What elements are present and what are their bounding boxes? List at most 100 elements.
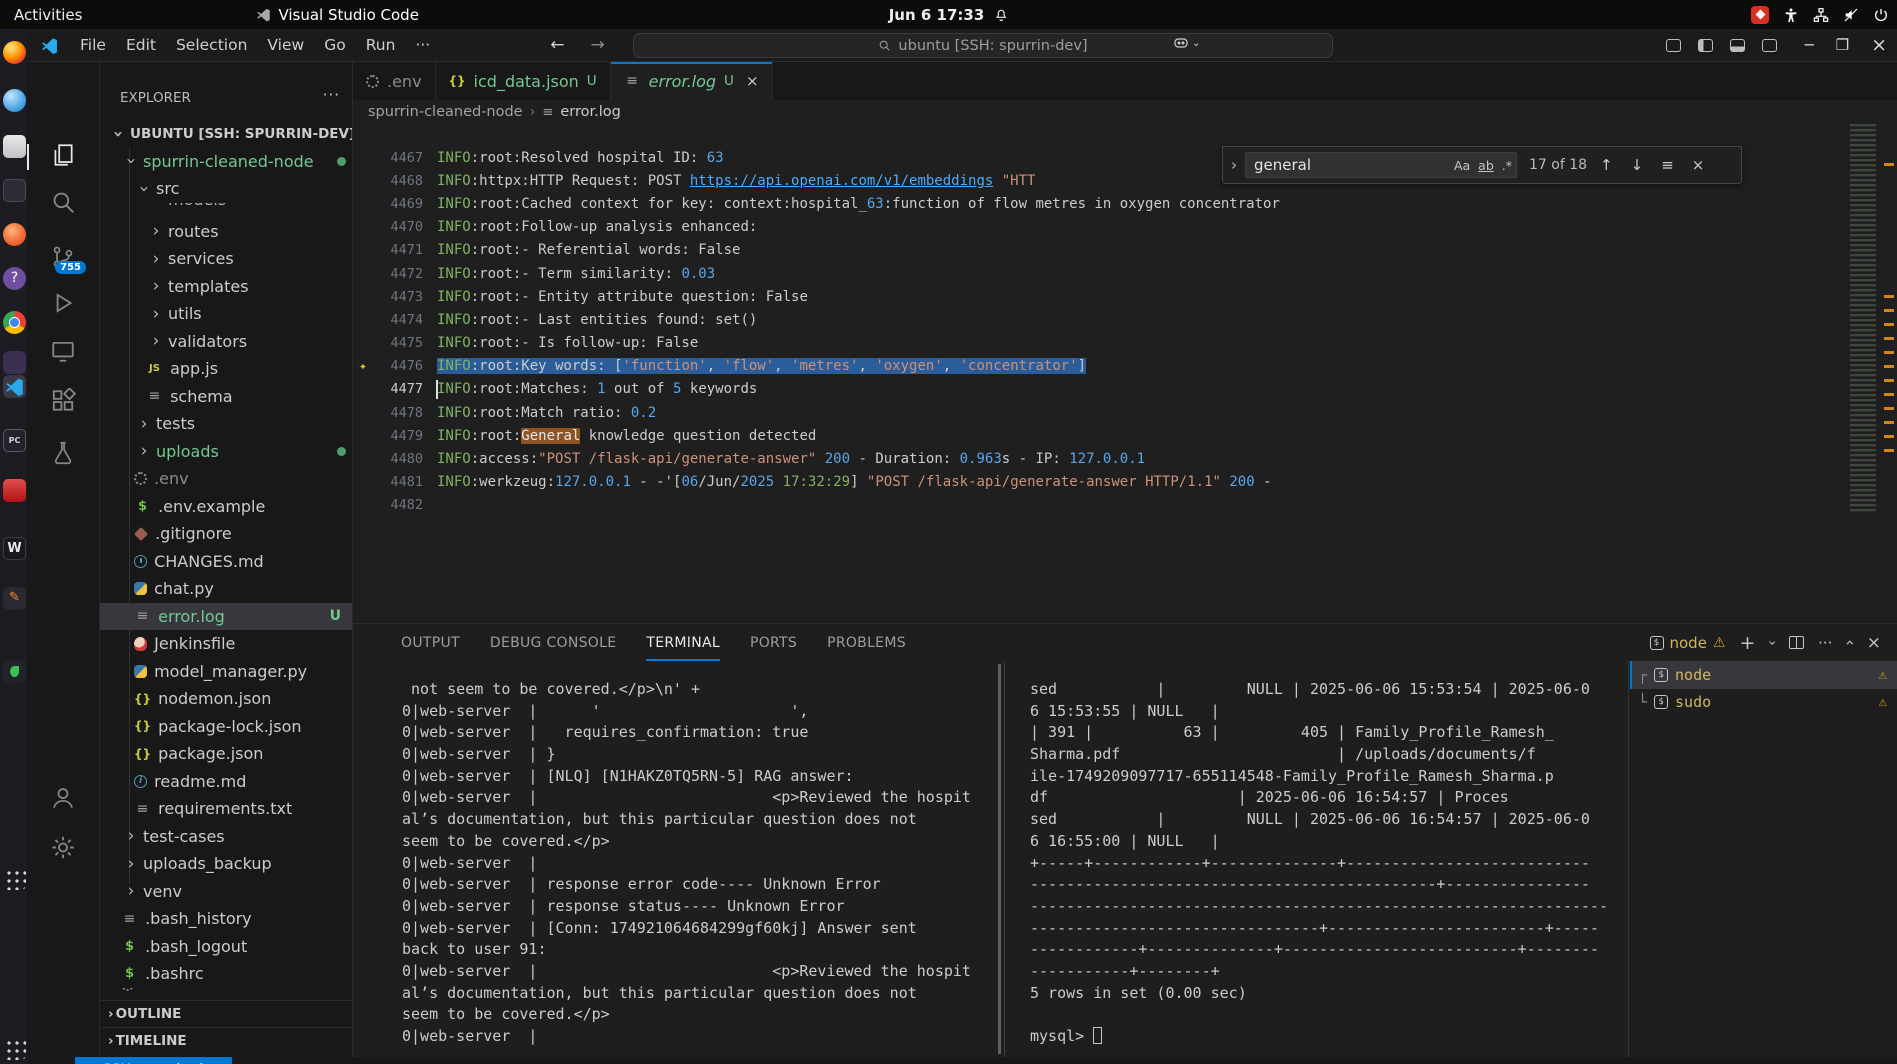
- tree-item-readme.md[interactable]: i readme.md: [100, 768, 353, 796]
- remote-explorer-icon[interactable]: [50, 338, 76, 364]
- tree-item-services[interactable]: ›services: [100, 245, 353, 273]
- source-control-icon[interactable]: 755: [50, 244, 76, 270]
- testing-icon[interactable]: [50, 440, 76, 466]
- toggle-secondary-sidebar-icon[interactable]: [1762, 39, 1777, 52]
- clock[interactable]: Jun 6 17:33: [889, 6, 1009, 24]
- tree-item-model_manager.py[interactable]: model_manager.py: [100, 658, 353, 686]
- tree-item-templates[interactable]: ›templates: [100, 273, 353, 301]
- copilot-icon[interactable]: ⌄: [1173, 36, 1200, 50]
- find-expand-icon[interactable]: ›: [1231, 156, 1237, 174]
- tree-item-spurrin-cleaned-node[interactable]: ›spurrin-cleaned-node: [100, 148, 353, 176]
- show-applications-icon[interactable]: [3, 1037, 26, 1060]
- activities-button[interactable]: Activities: [0, 6, 96, 24]
- overview-ruler[interactable]: [1877, 124, 1897, 623]
- chrome-icon[interactable]: [3, 311, 26, 334]
- tree-item-models[interactable]: ›models: [100, 203, 353, 218]
- tree-item-test-cases[interactable]: ›test-cases: [100, 823, 353, 851]
- find-next-button[interactable]: ↓: [1626, 156, 1649, 174]
- menu-selection[interactable]: Selection: [166, 36, 257, 54]
- menu-run[interactable]: Run: [356, 36, 406, 54]
- system-tray[interactable]: [1751, 6, 1889, 24]
- menu-overflow[interactable]: ···: [405, 36, 440, 54]
- tree-item-.bashrc[interactable]: $ .bashrc: [100, 960, 353, 988]
- panel-tab-problems[interactable]: PROBLEMS: [827, 624, 906, 661]
- tree-item-Jenkinsfile[interactable]: Jenkinsfile: [100, 630, 353, 658]
- terminal-split-divider[interactable]: [1004, 661, 1005, 1058]
- close-button[interactable]: ×: [1871, 34, 1887, 56]
- tree-item-error.log[interactable]: ≡ error.logU: [100, 603, 353, 631]
- tree-item-.env.example[interactable]: $ .env.example: [100, 493, 353, 521]
- find-input[interactable]: [1246, 156, 1450, 174]
- tool-icon[interactable]: [3, 351, 26, 374]
- files-icon[interactable]: [3, 135, 26, 158]
- panel-more-actions[interactable]: ···: [1818, 634, 1832, 652]
- terminal-scrollbar[interactable]: [998, 664, 1001, 1054]
- restore-button[interactable]: ❐: [1836, 36, 1849, 54]
- tree-item-app.js[interactable]: JS app.js: [100, 355, 353, 383]
- tree-item-nodemon.json[interactable]: {} nodemon.json: [100, 685, 353, 713]
- tree-item-.bash_history[interactable]: ≡ .bash_history: [100, 905, 353, 933]
- toggle-sidebar-icon[interactable]: [1698, 39, 1713, 52]
- command-center-search[interactable]: ubuntu [SSH: spurrin-dev]: [633, 33, 1333, 58]
- tab-icd_data.json[interactable]: {}icd_data.jsonU: [436, 62, 611, 100]
- w-app-icon[interactable]: W: [3, 537, 26, 560]
- tree-item-routes[interactable]: ›routes: [100, 218, 353, 246]
- breadcrumb[interactable]: spurrin-cleaned-node › ≡ error.log: [353, 100, 1897, 124]
- tree-item-tests[interactable]: ›tests: [100, 410, 353, 438]
- customize-layout-icon[interactable]: [1666, 39, 1681, 52]
- red-app-icon[interactable]: [3, 479, 26, 502]
- search-view-icon[interactable]: [50, 189, 76, 215]
- maximize-panel-icon[interactable]: ›: [1840, 639, 1859, 645]
- pencil-icon[interactable]: ✎: [3, 587, 26, 610]
- tree-item-chat.py[interactable]: chat.py: [100, 575, 353, 603]
- find-close-button[interactable]: ×: [1687, 156, 1710, 174]
- panel-tab-ports[interactable]: PORTS: [750, 624, 797, 661]
- tree-item-validators[interactable]: ›validators: [100, 328, 353, 356]
- find-in-selection-button[interactable]: ≡: [1656, 156, 1679, 174]
- menu-edit[interactable]: Edit: [116, 36, 166, 54]
- panel-tab-terminal[interactable]: TERMINAL: [646, 624, 720, 661]
- tab-.env[interactable]: .env: [353, 62, 436, 100]
- vscode-icon[interactable]: [3, 375, 26, 398]
- run-debug-icon[interactable]: [50, 290, 76, 316]
- tree-item-venv[interactable]: ›venv: [100, 878, 353, 906]
- nav-forward-button[interactable]: →: [590, 35, 604, 55]
- minimap[interactable]: [1850, 124, 1876, 514]
- whole-word-toggle[interactable]: ab: [1474, 156, 1498, 175]
- explorer-icon[interactable]: [50, 142, 76, 168]
- extensions-icon[interactable]: [50, 388, 76, 414]
- panel-tab-debug-console[interactable]: DEBUG CONSOLE: [490, 624, 617, 661]
- editor-pane[interactable]: 4467INFO:root:Resolved hospital ID: 6344…: [353, 124, 1897, 623]
- menu-file[interactable]: File: [70, 36, 116, 54]
- toggle-panel-icon[interactable]: [1730, 39, 1745, 52]
- accounts-icon[interactable]: [50, 784, 77, 811]
- tree-item-requirements.txt[interactable]: ≡ requirements.txt: [100, 795, 353, 823]
- terminal-icon[interactable]: [3, 179, 26, 202]
- tree-item-utils[interactable]: ›utils: [100, 300, 353, 328]
- terminal-list-item-node[interactable]: ┌$node⚠: [1630, 661, 1897, 689]
- tab-error.log[interactable]: ≡error.logU×: [611, 62, 773, 100]
- orange-app-icon[interactable]: [3, 223, 26, 246]
- tree-item-src[interactable]: ›src: [100, 175, 353, 203]
- tree-root[interactable]: ›UBUNTU [SSH: SPURRIN-DEV]: [100, 120, 353, 148]
- close-tab-icon[interactable]: ×: [746, 72, 759, 90]
- terminal-sudo[interactable]: sed | NULL | 2025-06-06 15:53:54 | 2025-…: [1006, 661, 1620, 1058]
- tree-item-schema[interactable]: ≡ schema: [100, 383, 353, 411]
- breadcrumb-folder[interactable]: spurrin-cleaned-node: [368, 104, 523, 120]
- nav-back-button[interactable]: ←: [550, 35, 564, 55]
- timeline-section[interactable]: ›TIMELINE: [100, 1027, 353, 1054]
- help-icon[interactable]: ?: [3, 267, 26, 290]
- menu-go[interactable]: Go: [314, 36, 356, 54]
- vscode-menu-logo-icon[interactable]: [41, 37, 58, 54]
- tree-item-.env[interactable]: .env: [100, 465, 353, 493]
- close-panel-icon[interactable]: ×: [1867, 633, 1881, 653]
- match-case-toggle[interactable]: Aa: [1450, 156, 1474, 175]
- new-terminal-button[interactable]: +: [1740, 632, 1756, 654]
- tree-item-CHANGES.md[interactable]: CHANGES.md: [100, 548, 353, 576]
- minimize-button[interactable]: ─: [1805, 36, 1814, 54]
- find-previous-button[interactable]: ↑: [1595, 156, 1618, 174]
- leaf-app-icon[interactable]: [3, 660, 26, 683]
- tree-item-uploads_backup[interactable]: ›uploads_backup: [100, 850, 353, 878]
- tree-item-package-lock.json[interactable]: {} package-lock.json: [100, 713, 353, 741]
- menu-view[interactable]: View: [257, 36, 314, 54]
